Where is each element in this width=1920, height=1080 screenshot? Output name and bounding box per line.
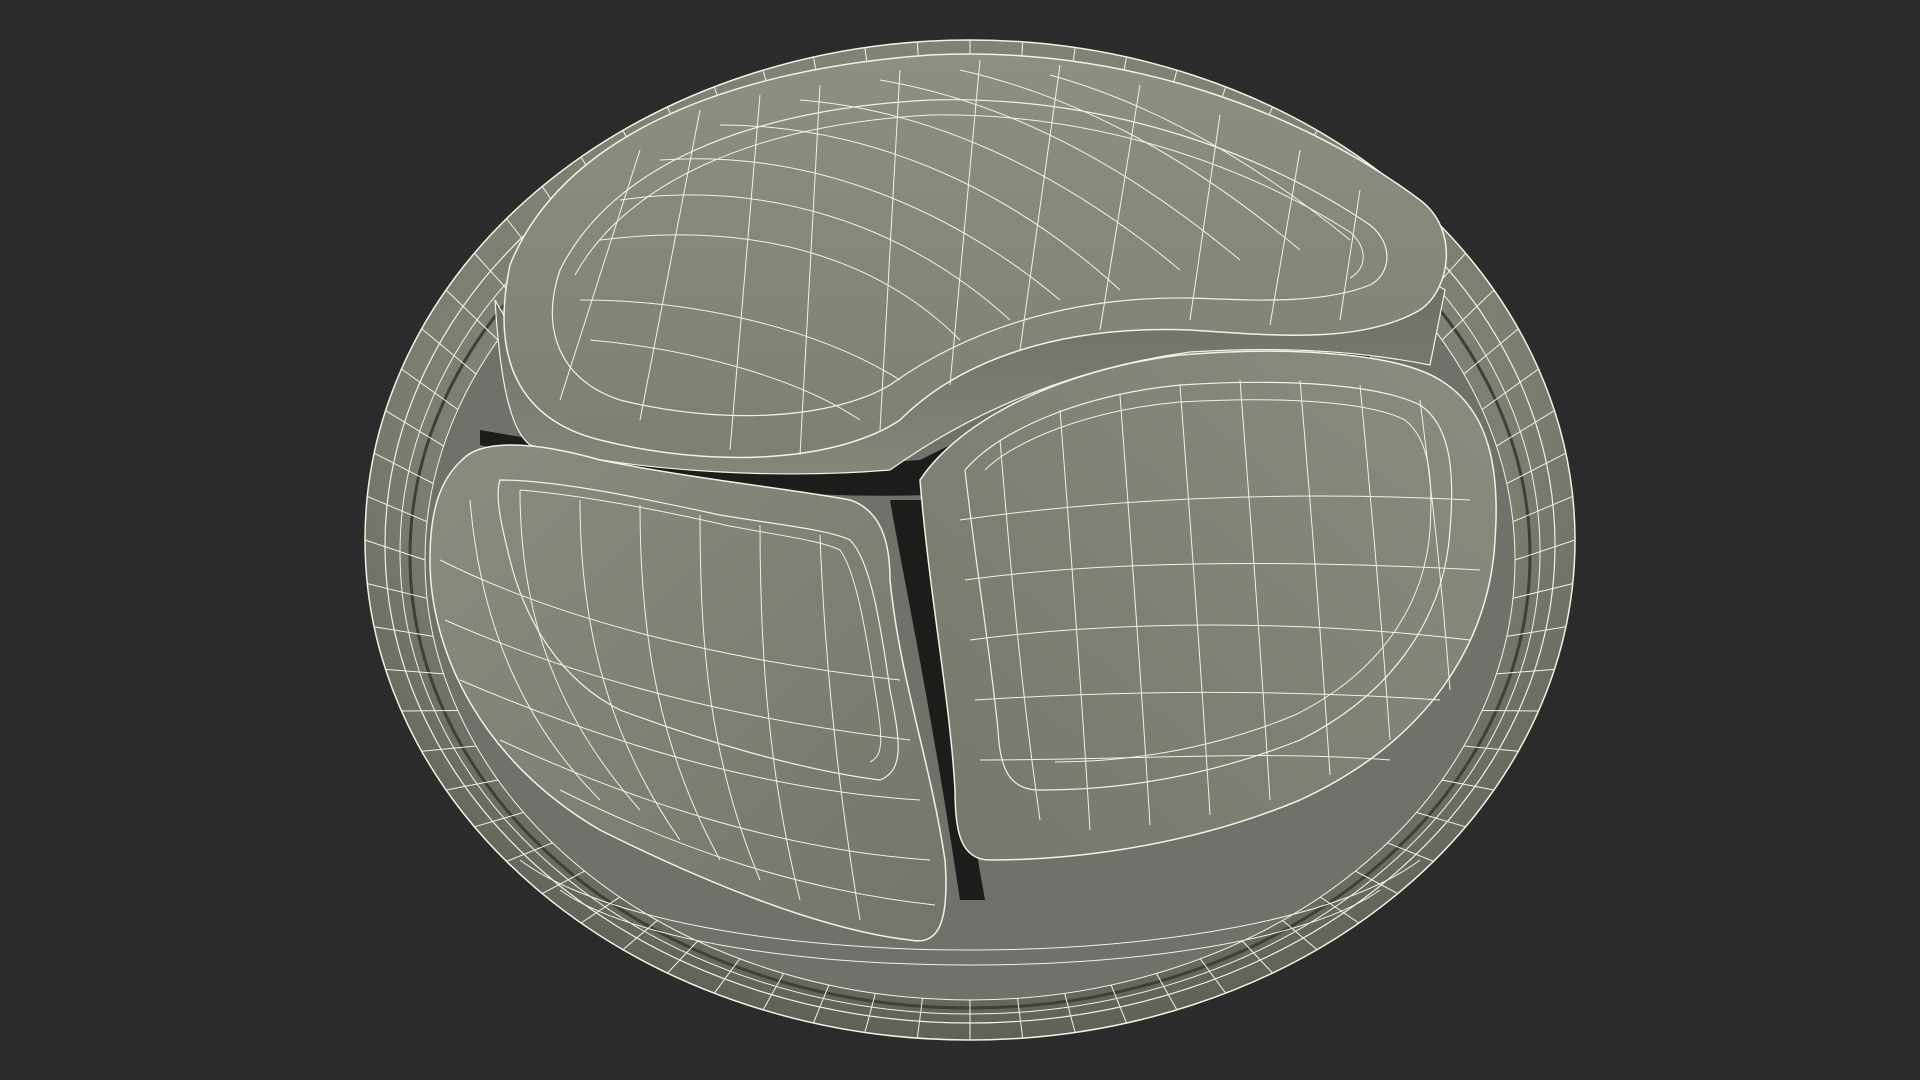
- rim-radial-wire: [401, 710, 458, 712]
- rim-radial-wire: [1482, 710, 1539, 712]
- wireframe-render: [364, 39, 1576, 1041]
- render-viewport: [0, 0, 1920, 1080]
- left-leaflet: [429, 444, 947, 942]
